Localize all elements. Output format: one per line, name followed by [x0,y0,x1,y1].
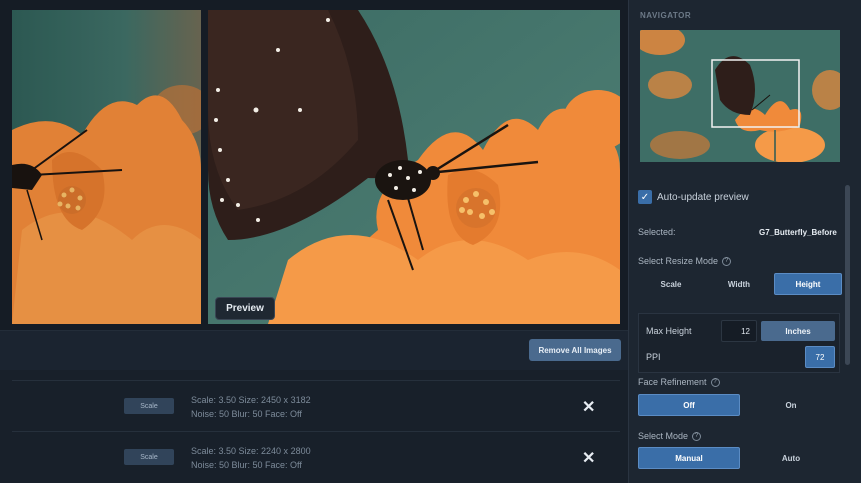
resize-mode-scale-button[interactable]: Scale [638,273,704,295]
resize-mode-height-button[interactable]: Height [774,273,842,295]
select-mode-manual-button[interactable]: Manual [638,447,740,469]
app-window: Preview Remove All Images Scale Scale: 3… [0,0,861,483]
navigator-title: NAVIGATOR [640,11,692,20]
help-icon[interactable]: ? [710,378,720,388]
list-item[interactable]: Scale Scale: 3.50 Size: 2450 x 3182 Nois… [12,380,620,430]
navigator-thumbnail[interactable] [640,30,840,162]
resize-mode-heading: Select Resize Mode? [638,256,732,267]
face-refinement-heading: Face Refinement? [638,377,720,388]
sidebar-scrollbar[interactable] [845,185,850,365]
resize-mode-width-button[interactable]: Width [706,273,772,295]
auto-update-preview-row[interactable]: ✓ Auto-update preview [638,190,749,204]
select-mode-label: Select Mode [638,431,689,441]
max-height-input[interactable]: 12 [721,320,757,342]
face-refinement-label: Face Refinement [638,377,707,387]
before-image[interactable] [12,10,201,324]
select-mode-auto-button[interactable]: Auto [742,447,840,469]
close-icon[interactable]: ✕ [582,397,595,417]
selected-label: Selected: [638,227,676,237]
remove-all-images-button[interactable]: Remove All Images [529,339,621,361]
ppi-input[interactable]: 72 [805,346,835,368]
auto-update-checkbox[interactable]: ✓ [638,190,652,204]
unit-dropdown[interactable]: Inches [761,321,835,341]
after-image[interactable] [208,10,620,324]
ppi-label: PPI [646,352,661,362]
preview-button[interactable]: Preview [215,297,275,320]
face-refinement-on-button[interactable]: On [742,394,840,416]
row-scale-size: Scale: 3.50 Size: 2240 x 2800 [191,446,311,456]
close-icon[interactable]: ✕ [582,448,595,468]
row-noise-blur-face: Noise: 50 Blur: 50 Face: Off [191,409,302,419]
max-height-label: Max Height [646,326,692,336]
row-noise-blur-face: Noise: 50 Blur: 50 Face: Off [191,460,302,470]
face-refinement-off-button[interactable]: Off [638,394,740,416]
row-details: Scale: 3.50 Size: 2450 x 3182 Noise: 50 … [191,393,311,421]
list-item[interactable]: Scale Scale: 3.50 Size: 2240 x 2800 Nois… [12,431,620,481]
selected-filename: G7_Butterfly_Before [759,228,837,237]
row-details: Scale: 3.50 Size: 2240 x 2800 Noise: 50 … [191,444,311,472]
auto-update-label: Auto-update preview [657,191,749,203]
image-queue-list: Scale Scale: 3.50 Size: 2450 x 3182 Nois… [0,370,628,483]
select-mode-heading: Select Mode? [638,431,702,442]
row-scale-size: Scale: 3.50 Size: 2450 x 3182 [191,395,311,405]
resize-mode-label: Select Resize Mode [638,256,719,266]
scale-mode-badge[interactable]: Scale [124,449,174,465]
scale-mode-badge[interactable]: Scale [124,398,174,414]
help-icon[interactable]: ? [722,257,732,267]
image-preview-area: Preview [0,0,628,330]
help-icon[interactable]: ? [692,432,702,442]
